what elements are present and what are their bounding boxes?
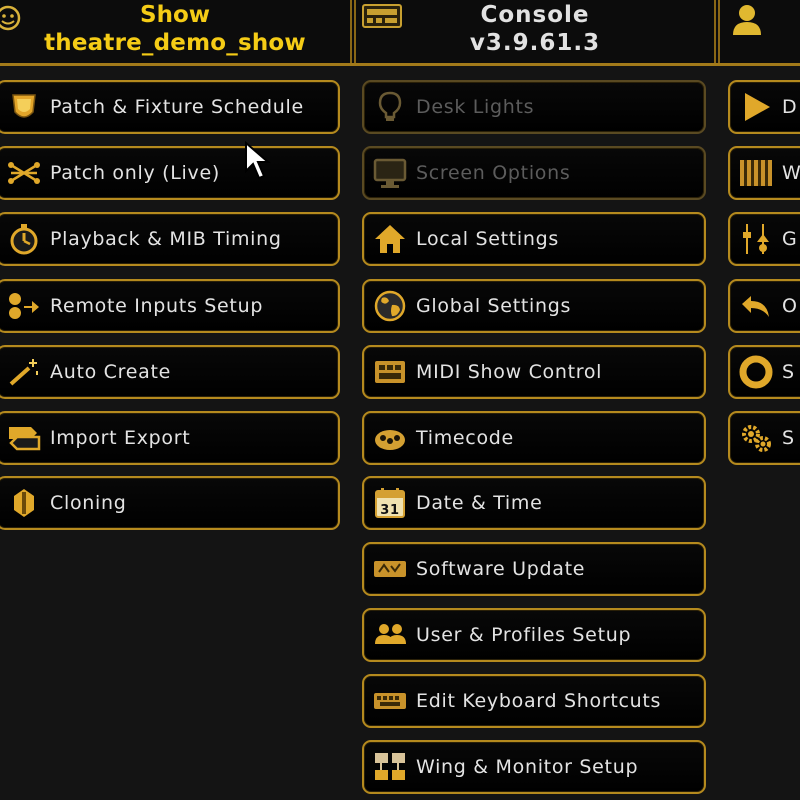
button-label: MIDI Show Control bbox=[416, 361, 603, 383]
button-label: Global Settings bbox=[416, 295, 572, 317]
shield-fixture-icon bbox=[6, 89, 42, 125]
edit-keyboard-shortcuts-button[interactable]: Edit Keyboard Shortcuts bbox=[362, 674, 706, 728]
button-label: G bbox=[782, 228, 798, 250]
user-profiles-setup-button[interactable]: User & Profiles Setup bbox=[362, 608, 706, 662]
cloning-button[interactable]: Cloning bbox=[0, 476, 340, 530]
calendar-icon: 31 bbox=[372, 485, 408, 521]
remote-inputs-icon bbox=[6, 288, 42, 324]
show-name: theatre_demo_show bbox=[44, 30, 306, 56]
button-label: S bbox=[782, 361, 795, 383]
software-update-button[interactable]: Software Update bbox=[362, 542, 706, 596]
gears-icon bbox=[738, 420, 774, 456]
keyboard-icon bbox=[372, 683, 408, 719]
button-label: Screen Options bbox=[416, 162, 571, 184]
button-label: O bbox=[782, 295, 798, 317]
button-label: Desk Lights bbox=[416, 96, 535, 118]
button-label: S bbox=[782, 427, 795, 449]
midi-icon bbox=[372, 354, 408, 390]
stopwatch-icon bbox=[6, 221, 42, 257]
software-update-icon bbox=[372, 551, 408, 587]
timecode-icon bbox=[372, 420, 408, 456]
col3-button-1[interactable]: D bbox=[728, 80, 800, 134]
button-label: Patch only (Live) bbox=[50, 162, 220, 184]
console-label: Console bbox=[480, 2, 590, 28]
button-label: Patch & Fixture Schedule bbox=[50, 96, 304, 118]
show-masks-icon bbox=[0, 5, 21, 31]
button-label: Timecode bbox=[416, 427, 514, 449]
user-tab[interactable] bbox=[722, 0, 800, 63]
clone-icon bbox=[6, 485, 42, 521]
undo-arrow-icon bbox=[738, 288, 774, 324]
button-label: Software Update bbox=[416, 558, 586, 580]
play-icon bbox=[738, 89, 774, 125]
screen-options-button[interactable]: Screen Options bbox=[362, 146, 706, 200]
remote-inputs-setup-button[interactable]: Remote Inputs Setup bbox=[0, 279, 340, 333]
globe-icon bbox=[372, 288, 408, 324]
desk-lights-button[interactable]: Desk Lights bbox=[362, 80, 706, 134]
auto-create-button[interactable]: Auto Create bbox=[0, 345, 340, 399]
monitor-icon bbox=[372, 155, 408, 191]
button-label: Wing & Monitor Setup bbox=[416, 756, 639, 778]
wing-monitor-setup-button[interactable]: Wing & Monitor Setup bbox=[362, 740, 706, 794]
mouse-pointer-icon bbox=[245, 141, 271, 180]
light-bulb-icon bbox=[372, 89, 408, 125]
users-icon bbox=[372, 617, 408, 653]
timecode-button[interactable]: Timecode bbox=[362, 411, 706, 465]
show-tab[interactable]: Show theatre_demo_show bbox=[0, 0, 350, 63]
local-settings-button[interactable]: Local Settings bbox=[362, 212, 706, 266]
col3-button-3[interactable]: G bbox=[728, 212, 800, 266]
user-icon bbox=[733, 5, 761, 35]
wing-monitor-icon bbox=[372, 749, 408, 785]
button-label: W bbox=[782, 162, 800, 184]
patch-fixture-schedule-button[interactable]: Patch & Fixture Schedule bbox=[0, 80, 340, 134]
show-label: Show bbox=[140, 2, 210, 28]
button-label: Date & Time bbox=[416, 492, 543, 514]
patch-lines-icon bbox=[6, 155, 42, 191]
col3-button-5[interactable]: S bbox=[728, 345, 800, 399]
console-version: v3.9.61.3 bbox=[469, 30, 601, 56]
calendar-day: 31 bbox=[380, 503, 400, 518]
button-label: Auto Create bbox=[50, 361, 171, 383]
button-label: Import Export bbox=[50, 427, 191, 449]
faders-icon bbox=[738, 221, 774, 257]
header-divider bbox=[714, 0, 720, 63]
ring-icon bbox=[738, 354, 774, 390]
button-label: Cloning bbox=[50, 492, 127, 514]
button-label: Edit Keyboard Shortcuts bbox=[416, 690, 662, 712]
patch-only-live-button[interactable]: Patch only (Live) bbox=[0, 146, 340, 200]
wings-icon bbox=[738, 155, 774, 191]
button-label: Playback & MIB Timing bbox=[50, 228, 282, 250]
import-export-icon bbox=[6, 420, 42, 456]
global-settings-button[interactable]: Global Settings bbox=[362, 279, 706, 333]
midi-show-control-button[interactable]: MIDI Show Control bbox=[362, 345, 706, 399]
console-desk-icon bbox=[362, 4, 402, 28]
button-label: Local Settings bbox=[416, 228, 560, 250]
date-time-button[interactable]: 31 Date & Time bbox=[362, 476, 706, 530]
top-header: Show theatre_demo_show Console v3.9.61.3 bbox=[0, 0, 800, 66]
col3-button-2[interactable]: W bbox=[728, 146, 800, 200]
button-label: Remote Inputs Setup bbox=[50, 295, 264, 317]
home-icon bbox=[372, 221, 408, 257]
magic-wand-icon bbox=[6, 354, 42, 390]
col3-button-4[interactable]: O bbox=[728, 279, 800, 333]
button-label: D bbox=[782, 96, 798, 118]
col3-button-6[interactable]: S bbox=[728, 411, 800, 465]
button-label: User & Profiles Setup bbox=[416, 624, 632, 646]
playback-mib-timing-button[interactable]: Playback & MIB Timing bbox=[0, 212, 340, 266]
console-tab[interactable]: Console v3.9.61.3 bbox=[356, 0, 714, 63]
import-export-button[interactable]: Import Export bbox=[0, 411, 340, 465]
